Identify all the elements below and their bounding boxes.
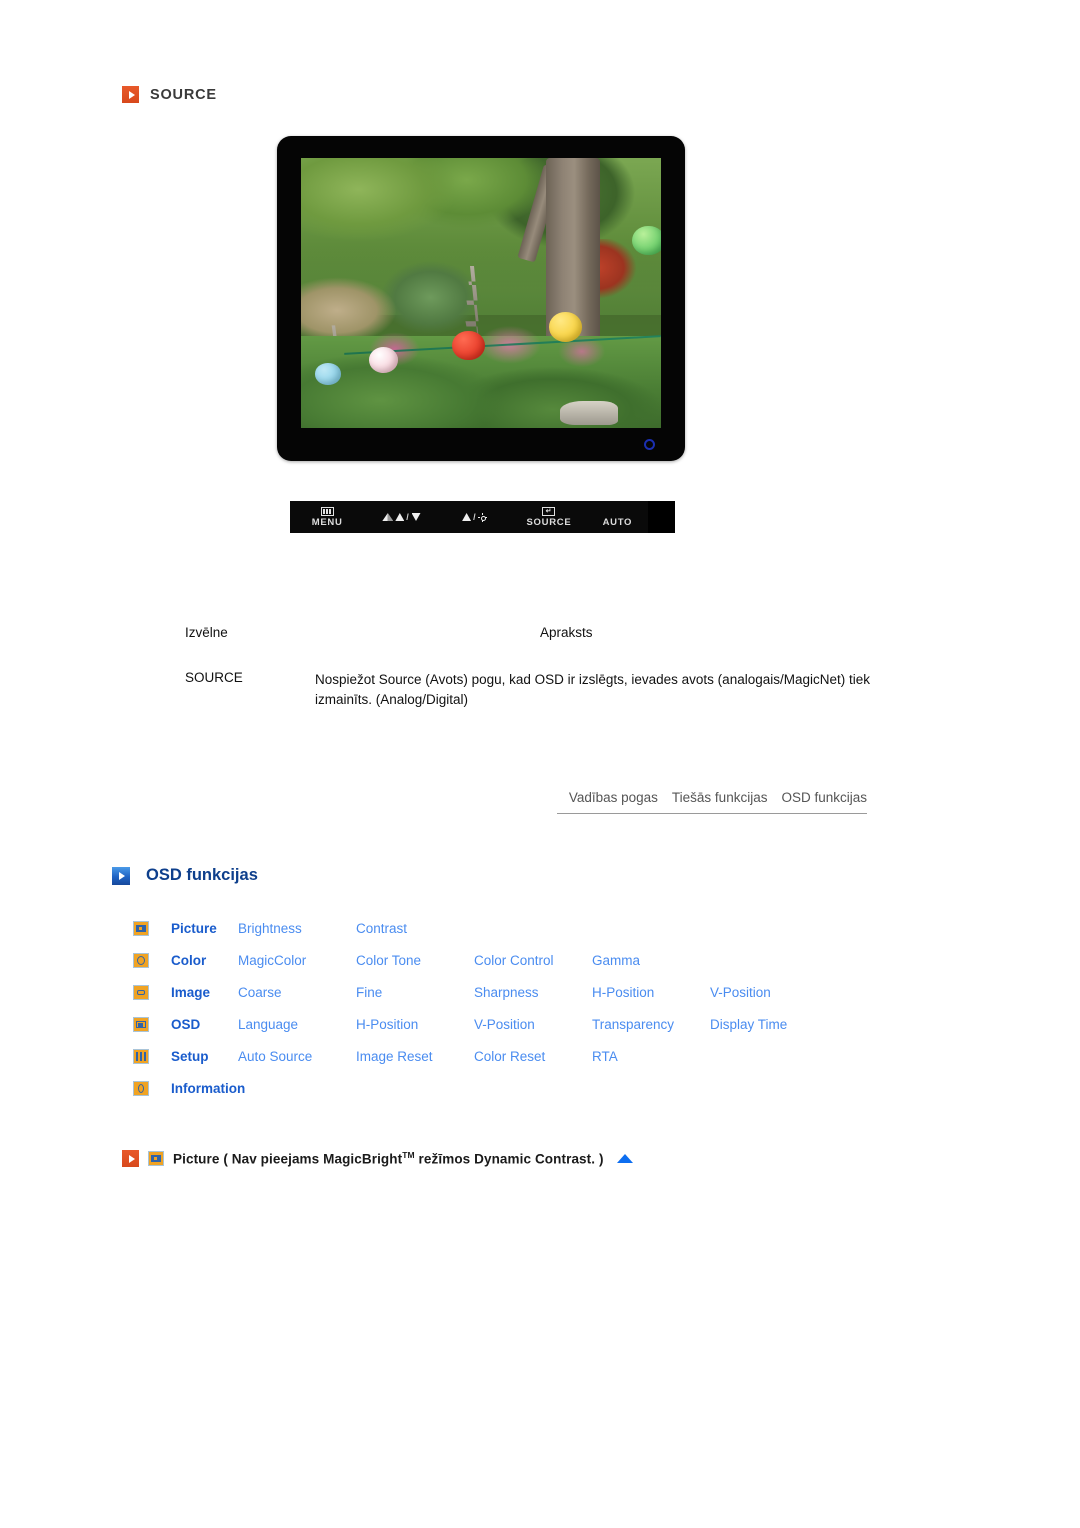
osd-category-information[interactable]: Information	[149, 1081, 245, 1096]
monitor-illustration	[277, 136, 685, 461]
blue-up-arrow-icon[interactable]	[616, 1154, 633, 1163]
osd-category-setup[interactable]: Setup	[149, 1049, 238, 1064]
orange-play-square-icon	[122, 1150, 139, 1167]
information-icon	[133, 1080, 149, 1096]
garden-stone	[560, 401, 618, 426]
source-button-label: SOURCE	[526, 517, 572, 528]
brightness-up-button[interactable]: /	[439, 501, 511, 533]
row-menu-name: SOURCE	[185, 670, 243, 685]
image-icon	[133, 984, 149, 1000]
lantern-pink	[369, 347, 399, 373]
column-header-description: Apraksts	[540, 625, 593, 640]
osd-item-sharpness[interactable]: Sharpness	[474, 985, 592, 1000]
blue-play-square-icon	[112, 866, 130, 885]
section-tabs: Vadības pogas Tiešās funkcijas OSD funkc…	[557, 790, 867, 814]
osd-item-image-h-position[interactable]: H-Position	[592, 985, 710, 1000]
garden-photo	[301, 158, 661, 428]
osd-item-osd-v-position[interactable]: V-Position	[474, 1017, 592, 1032]
lantern-green	[632, 225, 661, 256]
enter-source-icon: ↵	[542, 506, 556, 517]
osd-item-transparency[interactable]: Transparency	[592, 1017, 710, 1032]
osd-category-osd[interactable]: OSD	[149, 1017, 238, 1032]
osd-row-image: Image Coarse Fine Sharpness H-Position V…	[133, 976, 828, 1008]
lantern-blue	[315, 363, 341, 385]
auto-button[interactable]: AUTO	[587, 501, 648, 533]
source-heading-label: SOURCE	[150, 86, 217, 103]
picture-note: Picture ( Nav pieejams MagicBrightTM rež…	[122, 1150, 633, 1167]
osd-item-rta[interactable]: RTA	[592, 1049, 710, 1064]
menu-button[interactable]: MENU	[290, 501, 364, 533]
osd-item-auto-source[interactable]: Auto Source	[238, 1049, 356, 1064]
osd-row-color: Color MagicColor Color Tone Color Contro…	[133, 944, 828, 976]
picture-note-text: Picture ( Nav pieejams MagicBrightTM rež…	[173, 1150, 604, 1167]
power-led-indicator	[644, 439, 655, 450]
osd-item-image-v-position[interactable]: V-Position	[710, 985, 828, 1000]
osd-item-color-tone[interactable]: Color Tone	[356, 953, 474, 968]
contrast-down-icon: /	[382, 512, 421, 523]
orange-play-square-icon	[122, 86, 139, 103]
tab-tiesas-funkcijas[interactable]: Tiešās funkcijas	[672, 790, 768, 805]
osd-category-picture[interactable]: Picture	[149, 921, 238, 936]
picture-icon	[148, 1151, 164, 1166]
osd-menu-grid: Picture Brightness Contrast Color MagicC…	[133, 912, 828, 1104]
menu-grid-icon	[320, 506, 334, 517]
description-table-header: Izvēlne Apraksts	[185, 625, 885, 640]
monitor-screen	[301, 158, 661, 428]
osd-item-gamma[interactable]: Gamma	[592, 953, 710, 968]
power-button[interactable]	[647, 501, 675, 533]
source-button[interactable]: ↵ SOURCE	[511, 501, 587, 533]
osd-row-setup: Setup Auto Source Image Reset Color Rese…	[133, 1040, 828, 1072]
contrast-down-button[interactable]: /	[364, 501, 438, 533]
osd-category-image[interactable]: Image	[149, 985, 238, 1000]
osd-item-image-reset[interactable]: Image Reset	[356, 1049, 474, 1064]
tab-vadibas-pogas[interactable]: Vadības pogas	[569, 790, 658, 805]
osd-item-osd-h-position[interactable]: H-Position	[356, 1017, 474, 1032]
auto-button-label: AUTO	[602, 517, 633, 528]
setup-icon	[133, 1048, 149, 1064]
osd-item-color-reset[interactable]: Color Reset	[474, 1049, 592, 1064]
monitor-control-panel: MENU / / ↵ SOURCE AUTO	[290, 501, 675, 533]
row-description-text: Nospiežot Source (Avots) pogu, kad OSD i…	[315, 672, 871, 707]
description-table: Izvēlne Apraksts SOURCE Nospiežot Source…	[185, 625, 885, 709]
brightness-up-icon: /	[462, 512, 488, 523]
osd-item-magiccolor[interactable]: MagicColor	[238, 953, 356, 968]
picture-icon	[133, 920, 149, 936]
lantern-yellow	[549, 311, 582, 342]
osd-item-contrast[interactable]: Contrast	[356, 921, 474, 936]
source-section-heading: SOURCE	[122, 86, 217, 103]
osd-item-language[interactable]: Language	[238, 1017, 356, 1032]
table-row: SOURCE Nospiežot Source (Avots) pogu, ka…	[185, 670, 885, 709]
lantern-red	[452, 330, 485, 361]
osd-row-osd: OSD Language H-Position V-Position Trans…	[133, 1008, 828, 1040]
osd-heading-label: OSD funkcijas	[146, 866, 258, 884]
picture-note-text-before: Picture ( Nav pieejams MagicBright	[173, 1151, 403, 1167]
osd-item-fine[interactable]: Fine	[356, 985, 474, 1000]
osd-row-information: Information	[133, 1072, 828, 1104]
trademark-superscript: TM	[402, 1150, 415, 1161]
column-header-menu: Izvēlne	[185, 625, 228, 640]
osd-category-color[interactable]: Color	[149, 953, 238, 968]
menu-button-label: MENU	[311, 517, 343, 528]
osd-icon	[133, 1016, 149, 1032]
osd-row-picture: Picture Brightness Contrast	[133, 912, 828, 944]
tab-osd-funkcijas[interactable]: OSD funkcijas	[781, 790, 867, 805]
osd-item-display-time[interactable]: Display Time	[710, 1017, 828, 1032]
osd-item-color-control[interactable]: Color Control	[474, 953, 592, 968]
color-icon	[133, 952, 149, 968]
picture-note-text-after: režīmos Dynamic Contrast. )	[414, 1151, 604, 1167]
osd-item-brightness[interactable]: Brightness	[238, 921, 356, 936]
osd-item-coarse[interactable]: Coarse	[238, 985, 356, 1000]
osd-section-heading: OSD funkcijas	[112, 866, 258, 885]
